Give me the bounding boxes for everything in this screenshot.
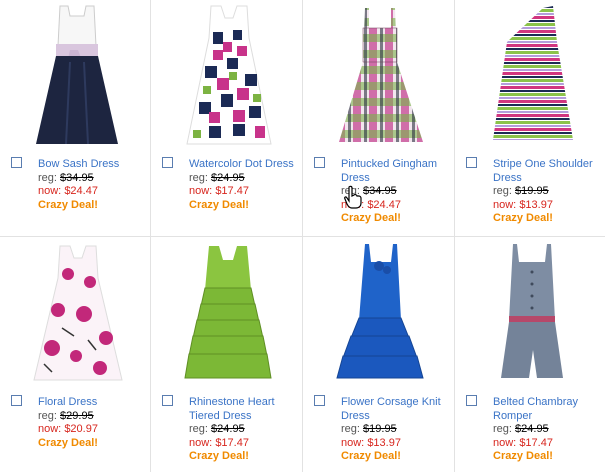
crazy-deal-badge: Crazy Deal! (189, 450, 249, 462)
floral-dress-image[interactable] (18, 240, 136, 386)
sale-price-value: $13.97 (367, 436, 401, 449)
sale-price-value: $13.97 (519, 198, 553, 211)
regular-price-value: $19.95 (515, 185, 549, 197)
sale-price-value: $24.47 (64, 185, 98, 197)
compare-checkbox[interactable] (162, 395, 173, 406)
crazy-deal-badge: Crazy Deal! (341, 212, 401, 224)
product-name-link[interactable]: Watercolor Dot Dress (189, 158, 298, 172)
crazy-deal-badge: Crazy Deal! (189, 198, 249, 211)
product-card: Flower Corsage Knit Dress reg: $19.95 no… (303, 237, 454, 473)
product-info: Bow Sash Dress reg: $34.95 now: $24.47 C… (38, 158, 147, 212)
regular-price: reg: $24.95 (493, 423, 549, 435)
regular-price-value: $34.95 (363, 185, 397, 197)
sale-price-value: $17.47 (215, 185, 249, 197)
crazy-deal-badge: Crazy Deal! (493, 212, 553, 224)
regular-price: reg: $19.95 (493, 185, 549, 197)
sale-price: now: $17.47 (493, 436, 553, 449)
regular-price-value: $19.95 (363, 423, 397, 435)
product-card: Stripe One Shoulder Dress reg: $19.95 no… (455, 0, 605, 236)
product-name-link[interactable]: Rhinestone Heart Tiered Dress (189, 396, 298, 423)
product-name-link[interactable]: Bow Sash Dress (38, 158, 147, 172)
hand-cursor-icon (342, 185, 364, 209)
corsage-dress-image[interactable] (321, 240, 439, 386)
regular-price: reg: $24.95 (189, 171, 245, 184)
compare-checkbox[interactable] (314, 157, 325, 168)
crazy-deal-badge: Crazy Deal! (38, 198, 98, 211)
crazy-deal-badge: Crazy Deal! (341, 450, 401, 462)
product-name-link[interactable]: Belted Chambray Romper (493, 396, 602, 423)
regular-price: reg: $24.95 (189, 423, 245, 435)
product-card: Rhinestone Heart Tiered Dress reg: $24.9… (151, 237, 302, 473)
product-info: Belted Chambray Romper reg: $24.95 now: … (493, 396, 602, 464)
regular-price-value: $24.95 (515, 423, 549, 435)
sale-price-value: $20.97 (64, 423, 98, 435)
regular-price: reg: $19.95 (341, 423, 397, 435)
sale-price: now: $17.47 (189, 436, 249, 449)
compare-checkbox[interactable] (466, 157, 477, 168)
product-card: Bow Sash Dress reg: $34.95 now: $24.47 C… (0, 0, 151, 236)
product-info: Floral Dress reg: $29.95 now: $20.97 Cra… (38, 396, 147, 450)
stripe-dress-image[interactable] (473, 2, 591, 148)
regular-price: reg: $34.95 (38, 171, 94, 184)
watercolor-dot-dress-image[interactable] (169, 2, 287, 148)
compare-checkbox[interactable] (11, 395, 22, 406)
sale-price: now: $24.47 (38, 185, 98, 197)
product-info: Flower Corsage Knit Dress reg: $19.95 no… (341, 396, 450, 464)
compare-checkbox[interactable] (162, 157, 173, 168)
gingham-dress-image[interactable] (321, 2, 439, 148)
regular-price: reg: $29.95 (38, 409, 94, 422)
product-info: Stripe One Shoulder Dress reg: $19.95 no… (493, 158, 602, 226)
product-card: Belted Chambray Romper reg: $24.95 now: … (455, 237, 605, 473)
regular-price-value: $29.95 (60, 409, 94, 422)
product-grid: Bow Sash Dress reg: $34.95 now: $24.47 C… (0, 0, 605, 472)
sale-price-value: $24.47 (367, 198, 401, 211)
sale-price: now: $17.47 (189, 185, 249, 197)
compare-checkbox[interactable] (466, 395, 477, 406)
product-card: Watercolor Dot Dress reg: $24.95 now: $1… (151, 0, 302, 236)
tiered-dress-image[interactable] (169, 240, 287, 386)
product-card: Floral Dress reg: $29.95 now: $20.97 Cra… (0, 237, 151, 473)
sale-price: now: $13.97 (493, 198, 553, 211)
crazy-deal-badge: Crazy Deal! (38, 436, 98, 449)
product-name-link[interactable]: Stripe One Shoulder Dress (493, 158, 602, 185)
bow-sash-dress-image[interactable] (18, 2, 136, 148)
crazy-deal-badge: Crazy Deal! (493, 450, 553, 462)
compare-checkbox[interactable] (314, 395, 325, 406)
regular-price-value: $24.95 (211, 171, 245, 184)
sale-price: now: $13.97 (341, 436, 401, 449)
product-name-link[interactable]: Floral Dress (38, 396, 147, 410)
sale-price-value: $17.47 (519, 436, 553, 449)
product-info: Rhinestone Heart Tiered Dress reg: $24.9… (189, 396, 298, 464)
compare-checkbox[interactable] (11, 157, 22, 168)
product-info: Watercolor Dot Dress reg: $24.95 now: $1… (189, 158, 298, 212)
regular-price-value: $34.95 (60, 171, 94, 184)
product-card: Pintucked Gingham Dress reg: $34.95 now:… (303, 0, 454, 236)
product-name-link[interactable]: Flower Corsage Knit Dress (341, 396, 450, 423)
sale-price: now: $20.97 (38, 423, 98, 435)
chambray-romper-image[interactable] (473, 240, 591, 386)
product-name-link[interactable]: Pintucked Gingham Dress (341, 158, 450, 185)
sale-price-value: $17.47 (215, 436, 249, 449)
regular-price-value: $24.95 (211, 423, 245, 435)
